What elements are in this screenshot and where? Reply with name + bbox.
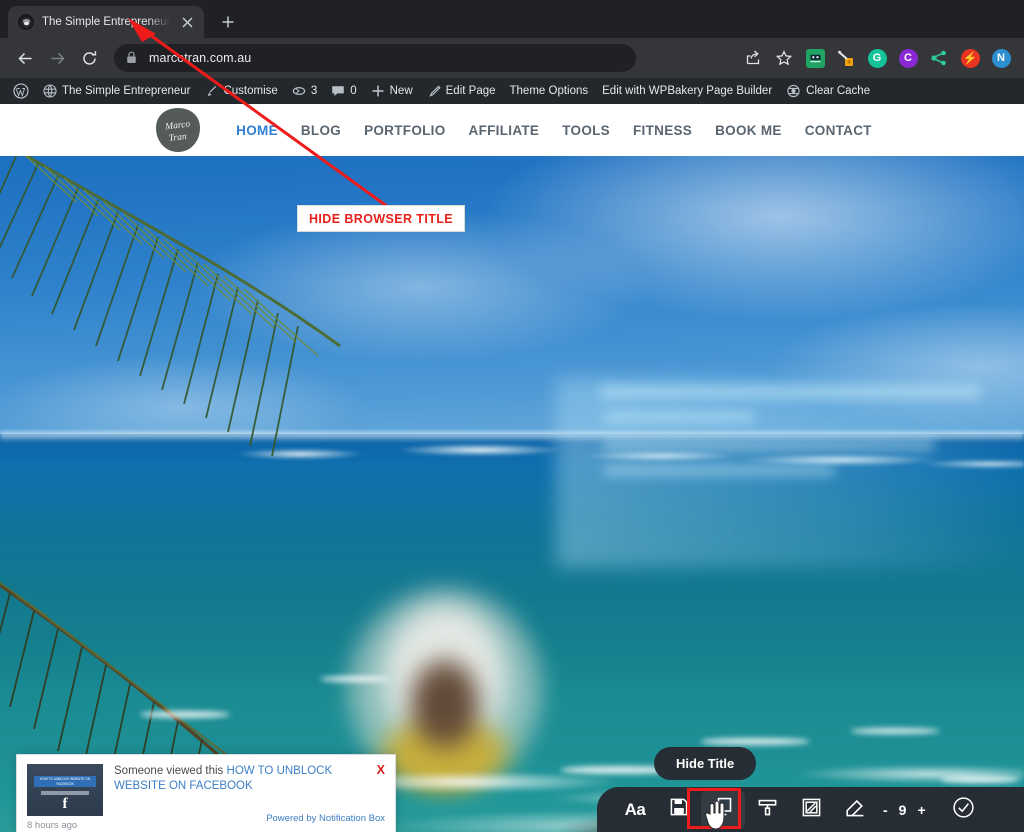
confirm-button[interactable] [942, 791, 986, 829]
frame-button[interactable] [789, 791, 833, 829]
check-circle-icon [952, 796, 975, 824]
annotation-label: HIDE BROWSER TITLE [297, 205, 465, 232]
annotation-arrow [0, 0, 1024, 832]
editor-toolbar: Aa [597, 787, 1024, 832]
save-button[interactable] [657, 791, 701, 829]
browser-window: The Simple Entrepreneur - Ma [0, 0, 1024, 832]
text-style-button[interactable]: Aa [613, 791, 657, 829]
image-frame-icon [801, 797, 822, 823]
hide-title-tooltip: Hide Title [654, 747, 756, 780]
copy-pages-icon [712, 796, 734, 823]
font-size-value: 9 [899, 802, 907, 818]
eraser-button[interactable] [833, 791, 877, 829]
decrease-font-button[interactable]: - [883, 802, 888, 818]
increase-font-button[interactable]: + [917, 802, 925, 818]
paint-roller-icon [757, 797, 778, 823]
paint-roller-button[interactable] [745, 791, 789, 829]
hide-title-button[interactable] [701, 791, 745, 829]
eraser-icon [844, 796, 866, 823]
font-size-stepper[interactable]: - 9 + [877, 802, 932, 818]
text-aa-icon: Aa [625, 800, 646, 820]
floppy-save-icon [669, 797, 689, 822]
